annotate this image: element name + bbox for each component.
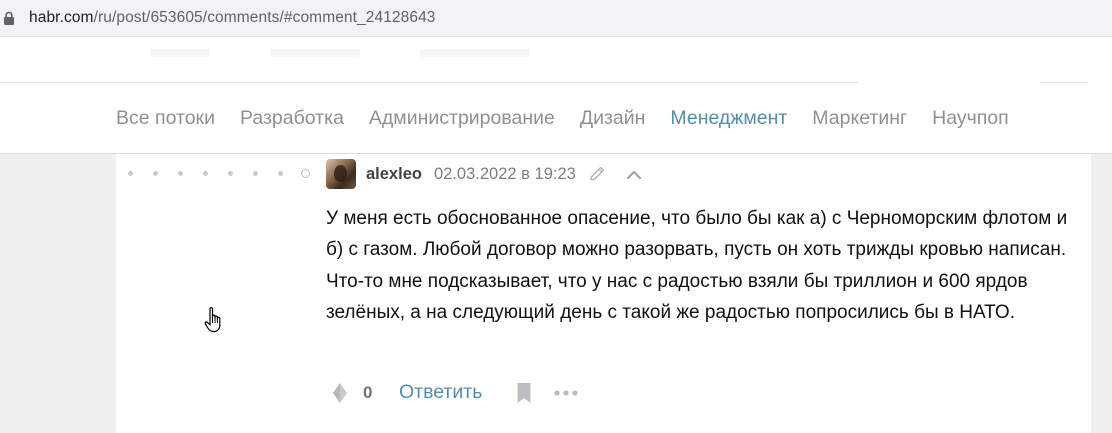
reply-button[interactable]: Ответить [399,381,482,404]
hub-administration[interactable]: Администрирование [369,107,555,130]
depth-dot [253,171,258,176]
depth-dot [278,171,283,176]
comment-author[interactable]: alexleo [366,165,422,184]
hub-popsci[interactable]: Научпоп [932,107,1009,130]
diamond-vote-icon[interactable] [332,382,348,404]
lock-icon [4,11,14,25]
header-ghost [420,49,530,57]
avatar[interactable] [326,159,356,189]
depth-dot [178,171,183,176]
comment-datetime[interactable]: 02.03.2022 в 19:23 [434,165,576,184]
hub-development[interactable]: Разработка [240,107,344,130]
depth-dot [228,171,233,176]
bookmark-icon[interactable] [516,382,532,404]
pencil-icon [590,166,605,181]
url-text[interactable]: habr.com/ru/post/653605/comments/#commen… [29,9,436,27]
site-header [0,37,1112,154]
depth-dot-current [301,169,310,178]
hand-cursor-icon [204,307,221,333]
header-ghost [150,49,210,57]
chevron-up-icon[interactable] [624,165,644,185]
vote-count: 0 [363,383,373,402]
url-host: habr.com [29,9,94,26]
depth-dot [153,171,158,176]
depth-dot [128,171,133,176]
more-dots-icon[interactable] [553,388,579,398]
hub-management[interactable]: Менеджмент [670,107,787,130]
url-path: /ru/post/653605/comments/#comment_241286… [93,9,436,26]
depth-dot [203,171,208,176]
header-divider [1040,82,1088,83]
hub-all-streams[interactable]: Все потоки [116,107,215,130]
address-bar[interactable]: habr.com/ru/post/653605/comments/#commen… [0,0,1112,37]
hub-design[interactable]: Дизайн [580,107,646,130]
header-divider [0,82,859,83]
hub-navigation: Все потоки Разработка Администрирование … [116,107,1034,130]
comment-text: У меня есть обоснованное опасение, что б… [326,203,1076,328]
hub-marketing[interactable]: Маркетинг [812,107,907,130]
header-ghost [270,49,360,57]
comment-paragraph: У меня есть обоснованное опасение, что б… [326,208,1068,323]
